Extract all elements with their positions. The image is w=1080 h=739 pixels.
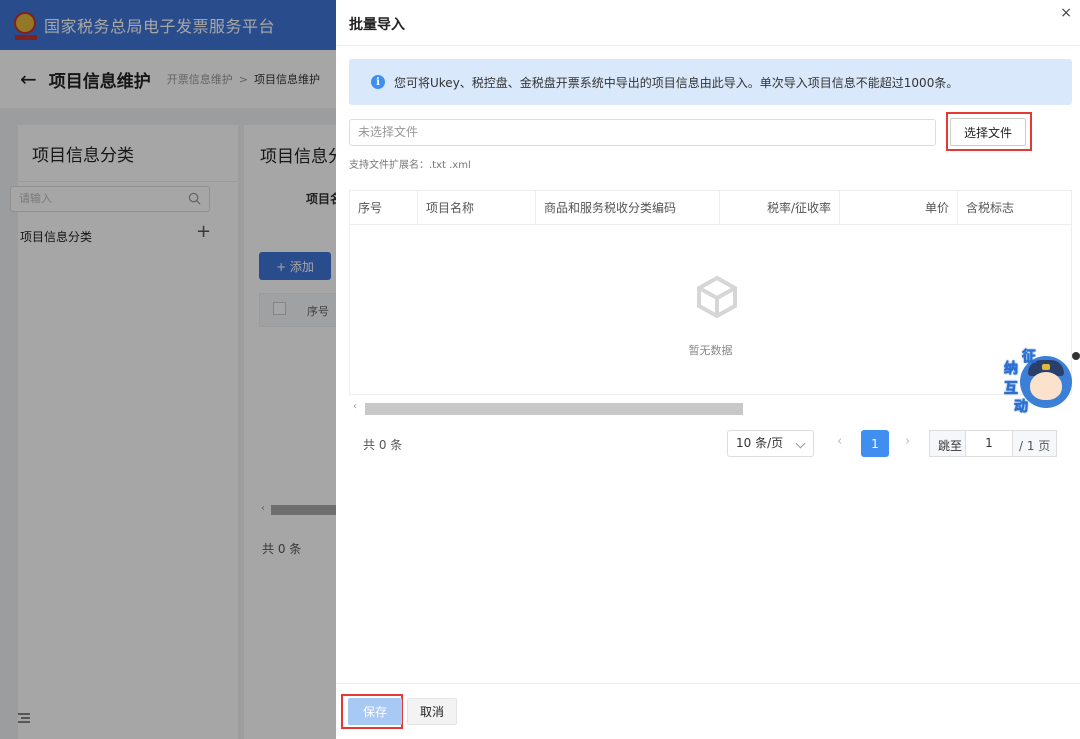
assistant-char: 动 bbox=[1014, 399, 1029, 416]
total-count: 共 0 条 bbox=[363, 438, 403, 452]
column-header-project-name: 项目名称 bbox=[418, 191, 536, 225]
pagination: 共 0 条 10 条/页 ‹ 1 › 跳至 1 / 1 页 bbox=[349, 428, 1072, 458]
column-header-tax-code: 商品和服务税收分类编码 bbox=[536, 191, 720, 225]
import-notice-text: 您可将Ukey、税控盘、金税盘开票系统中导出的项目信息由此导入。单次导入项目信息… bbox=[394, 75, 959, 90]
batch-import-drawer: 批量导入 × i 您可将Ukey、税控盘、金税盘开票系统中导出的项目信息由此导入… bbox=[336, 0, 1080, 739]
empty-box-icon bbox=[697, 275, 737, 319]
assistant-char: 征 bbox=[1022, 349, 1037, 366]
page-size-value: 10 条/页 bbox=[736, 436, 784, 450]
divider bbox=[336, 45, 1080, 46]
choose-file-button[interactable]: 选择文件 bbox=[950, 118, 1026, 146]
empty-data-text: 暂无数据 bbox=[688, 344, 733, 357]
close-icon[interactable]: × bbox=[1060, 6, 1072, 20]
divider bbox=[336, 683, 1080, 684]
page-number-current[interactable]: 1 bbox=[861, 430, 889, 457]
assistant-widget[interactable]: 征 纳 互 动 bbox=[1000, 348, 1080, 418]
assistant-close-icon[interactable] bbox=[1072, 352, 1080, 360]
save-button[interactable]: 保存 bbox=[348, 698, 402, 725]
scroll-left-icon[interactable]: ‹ bbox=[353, 401, 357, 412]
info-icon: i bbox=[371, 75, 385, 89]
page-size-select[interactable]: 10 条/页 bbox=[727, 430, 814, 457]
total-pages: / 1 页 bbox=[1019, 439, 1051, 453]
jump-page-input[interactable]: 1 bbox=[965, 431, 1013, 456]
selected-file-field[interactable]: 未选择文件 bbox=[349, 119, 936, 146]
file-extension-hint: 支持文件扩展名：.txt .xml bbox=[349, 160, 471, 171]
chevron-down-icon bbox=[795, 438, 806, 449]
import-preview-table: 序号 项目名称 商品和服务税收分类编码 税率/征收率 单价 含税标志 暂无数据 bbox=[349, 190, 1072, 395]
cancel-button[interactable]: 取消 bbox=[407, 698, 457, 725]
prev-page-icon[interactable]: ‹ bbox=[837, 434, 842, 449]
next-page-icon[interactable]: › bbox=[905, 434, 910, 449]
assistant-char: 互 bbox=[1004, 381, 1019, 398]
column-header-tax-included: 含税标志 bbox=[966, 201, 1015, 215]
drawer-title: 批量导入 bbox=[349, 17, 405, 33]
column-header-unit-price: 单价 bbox=[840, 191, 958, 225]
import-table-header: 序号 项目名称 商品和服务税收分类编码 税率/征收率 单价 含税标志 bbox=[350, 191, 1071, 225]
column-header-tax-rate: 税率/征收率 bbox=[720, 191, 840, 225]
import-table-scrollbar[interactable]: ‹ bbox=[349, 401, 1072, 417]
column-header-seq: 序号 bbox=[350, 191, 418, 225]
jump-label: 跳至 bbox=[938, 439, 963, 453]
page-jump: 跳至 1 / 1 页 bbox=[929, 430, 1057, 457]
import-notice: i 您可将Ukey、税控盘、金税盘开票系统中导出的项目信息由此导入。单次导入项目… bbox=[349, 59, 1072, 105]
scrollbar-thumb[interactable] bbox=[365, 403, 743, 415]
assistant-char: 纳 bbox=[1004, 361, 1019, 378]
